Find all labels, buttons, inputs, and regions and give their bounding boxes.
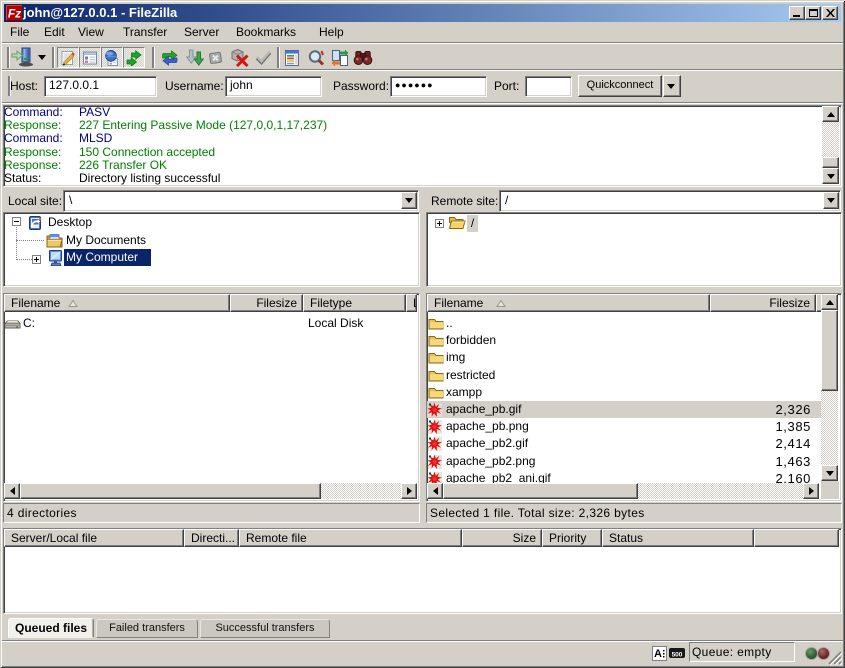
svg-text:Fz: Fz — [8, 7, 21, 21]
svg-text:A: A — [654, 648, 662, 660]
svg-text:500: 500 — [672, 652, 683, 659]
